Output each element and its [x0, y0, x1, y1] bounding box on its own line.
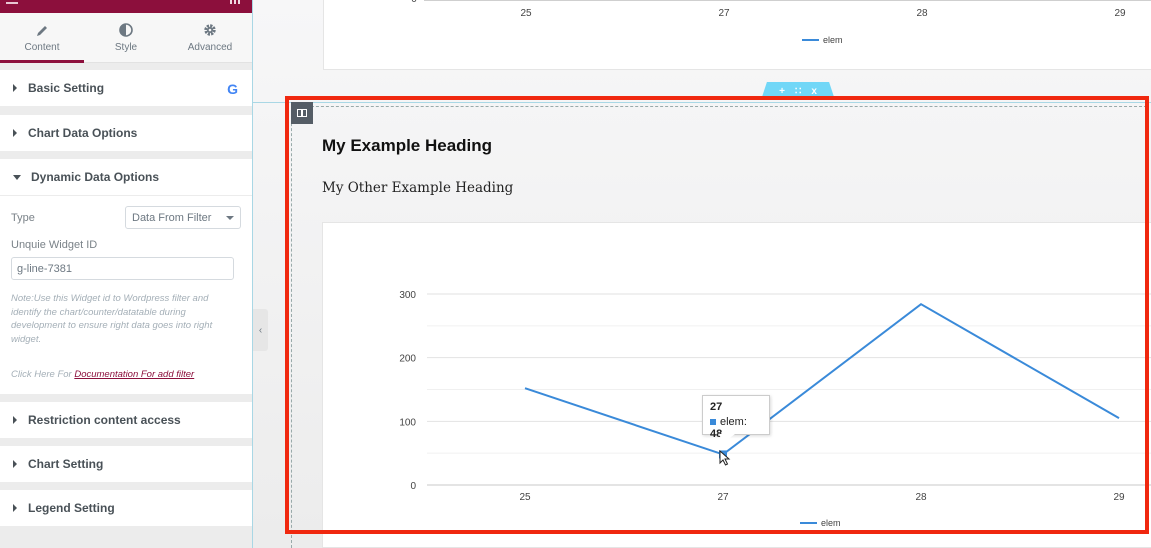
- panel-tabs: Content Style Advanced: [0, 13, 252, 63]
- legend-label: elem: [823, 35, 843, 45]
- delete-section-icon[interactable]: x: [811, 86, 817, 97]
- widget-id-label: Unquie Widget ID: [11, 239, 98, 251]
- section-legend-setting[interactable]: Legend Setting: [0, 490, 252, 526]
- chart-tooltip: 27 elem: 48: [702, 395, 770, 443]
- y-tick: 0: [411, 0, 417, 5]
- x-tick-label: 29: [1113, 492, 1125, 503]
- type-select-value: Data From Filter: [132, 211, 212, 224]
- tab-content[interactable]: Content: [0, 13, 84, 63]
- widget-id-note: Note:Use this Widget id to Wordpress fil…: [11, 293, 213, 345]
- caret-right-icon: [13, 84, 17, 92]
- x-axis-line: [424, 0, 1151, 1]
- x-tick: 29: [1114, 8, 1126, 19]
- caret-right-icon: [13, 129, 17, 137]
- collapse-panel-button[interactable]: ‹: [253, 309, 268, 351]
- subheading-widget[interactable]: My Other Example Heading: [322, 180, 513, 196]
- tooltip-series: elem: [720, 416, 744, 428]
- editor-root: Content Style Advanced Basic Setting G C…: [0, 0, 1151, 548]
- mouse-cursor-icon: [719, 450, 731, 466]
- documentation-link[interactable]: Documentation For add filter: [74, 369, 194, 380]
- section-chart-data-options[interactable]: Chart Data Options: [0, 115, 252, 151]
- column-icon: [297, 109, 307, 117]
- tooltip-value: 48: [710, 428, 723, 440]
- line-chart-widget[interactable]: 0 100 200 300 25 27 28 29 elem: [322, 222, 1151, 548]
- google-icon: G: [227, 81, 238, 97]
- tab-style[interactable]: Style: [84, 13, 168, 62]
- section-title: Dynamic Data Options: [31, 170, 160, 184]
- type-select[interactable]: Data From Filter: [125, 206, 241, 229]
- type-row: Type Data From Filter: [11, 206, 241, 229]
- section-chart-setting[interactable]: Chart Setting: [0, 446, 252, 482]
- tab-label: Content: [24, 42, 60, 53]
- x-tick-label: 28: [915, 492, 927, 503]
- caret-right-icon: [13, 504, 17, 512]
- x-tick-label: 25: [519, 492, 531, 503]
- caret-right-icon: [13, 416, 17, 424]
- tab-label: Advanced: [187, 42, 233, 53]
- section-dynamic-data-options[interactable]: Dynamic Data Options: [0, 159, 252, 195]
- column-outline-top: [291, 106, 1147, 107]
- y-tick-label: 0: [410, 481, 416, 492]
- chevron-left-icon: ‹: [258, 324, 263, 336]
- section-handle[interactable]: + ∷ x: [761, 82, 835, 100]
- y-tick-label: 200: [399, 354, 416, 365]
- gear-icon: [203, 22, 217, 38]
- widget-settings-panel: Content Style Advanced Basic Setting G C…: [0, 0, 252, 548]
- x-tick: 28: [916, 8, 928, 19]
- caret-down-icon: [13, 174, 21, 180]
- heading-widget[interactable]: My Example Heading: [322, 136, 492, 156]
- add-section-icon[interactable]: +: [779, 86, 785, 97]
- x-tick-label: 27: [717, 492, 729, 503]
- pencil-icon: [36, 22, 49, 38]
- column-outline-left: [291, 108, 292, 548]
- drag-section-icon[interactable]: ∷: [795, 86, 801, 97]
- section-title: Restriction content access: [28, 413, 181, 427]
- y-tick-label: 300: [399, 290, 416, 301]
- widget-id-input[interactable]: g-line-7381: [11, 257, 234, 280]
- caret-right-icon: [13, 460, 17, 468]
- dynamic-data-body: Type Data From Filter Unquie Widget ID g…: [0, 195, 252, 394]
- documentation-prefix: Click Here For: [11, 369, 75, 380]
- tooltip-category: 27: [710, 401, 723, 413]
- legend-label: elem: [821, 518, 841, 528]
- section-title: Chart Data Options: [28, 126, 138, 140]
- x-tick: 27: [718, 8, 730, 19]
- tab-advanced[interactable]: Advanced: [168, 13, 252, 62]
- legend-item[interactable]: elem: [802, 35, 843, 45]
- preview-canvas: 0 25 27 28 29 elem + ∷ x My Example Head…: [253, 0, 1151, 548]
- section-restriction-content-access[interactable]: Restriction content access: [0, 402, 252, 438]
- chevron-down-icon: [226, 215, 234, 220]
- contrast-icon: [119, 22, 133, 38]
- line-chart: 0 100 200 300 25 27 28 29 elem: [399, 290, 1151, 528]
- tab-label: Style: [114, 42, 138, 53]
- section-basic-setting[interactable]: Basic Setting G: [0, 70, 252, 106]
- tooltip-row: elem: 48: [710, 416, 747, 440]
- section-title: Legend Setting: [28, 501, 115, 515]
- documentation-row: Click Here For Documentation For add fil…: [11, 369, 241, 380]
- widgets-grid-icon[interactable]: [230, 0, 240, 4]
- hamburger-icon[interactable]: [6, 0, 18, 4]
- section-title: Basic Setting: [28, 81, 105, 95]
- section-title: Chart Setting: [28, 457, 104, 471]
- previous-chart-widget[interactable]: 0 25 27 28 29 elem: [323, 0, 1151, 70]
- x-tick: 25: [520, 8, 532, 19]
- tooltip-swatch: [710, 419, 716, 425]
- legend-swatch: [802, 39, 819, 41]
- y-tick-label: 100: [399, 417, 416, 428]
- panel-header: [0, 0, 252, 13]
- series-line-elem: [524, 302, 1120, 456]
- column-handle[interactable]: [291, 102, 313, 124]
- type-label: Type: [11, 211, 35, 224]
